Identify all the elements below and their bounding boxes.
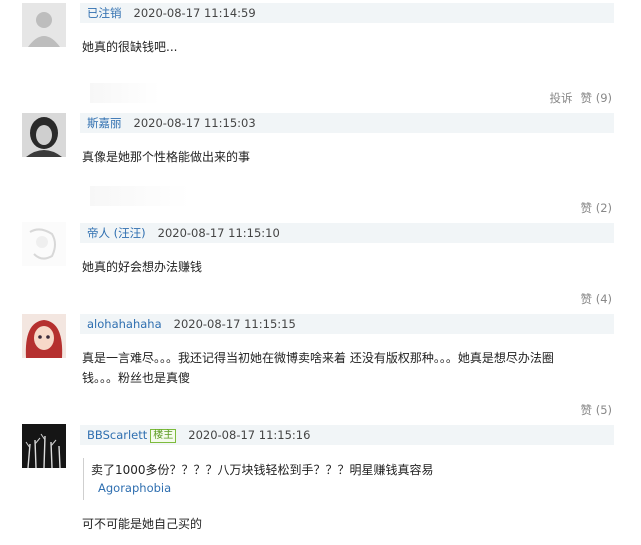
comment-meta: 斯嘉丽 2020-08-17 11:15:03: [80, 113, 614, 133]
user-forest-icon: [22, 424, 66, 468]
blurred-area: [90, 186, 190, 206]
comment-text: 真像是她那个性格能做出来的事: [82, 150, 251, 164]
user-photo-icon: [22, 113, 66, 157]
user-anime-icon: [22, 314, 66, 358]
timestamp: 2020-08-17 11:15:16: [188, 428, 311, 442]
op-badge: 楼主: [150, 429, 177, 443]
quote-text: 卖了1000多份？？？？八万块钱轻松到手？？？明星赚钱真容易: [91, 463, 434, 477]
user-drawing-icon: [22, 222, 66, 266]
avatar[interactable]: [22, 314, 66, 358]
comment-actions: 赞 (5): [573, 402, 612, 418]
comment-text: 她真的好会想办法赚钱: [82, 260, 203, 274]
quoted-reply: 卖了1000多份？？？？八万块钱轻松到手？？？明星赚钱真容易 Agoraphob…: [83, 458, 589, 500]
like-button[interactable]: 赞 (2): [581, 201, 612, 215]
timestamp: 2020-08-17 11:15:10: [157, 226, 280, 240]
comment-actions: 赞 (4): [573, 291, 612, 307]
avatar[interactable]: [22, 222, 66, 266]
comment-text: 真是一言难尽。。。我还记得当初她在微博卖啥来着 还没有版权那种。。。她真是想尽办…: [82, 348, 602, 388]
report-button[interactable]: 投诉: [550, 91, 573, 105]
comment-actions: 赞 (2): [573, 200, 612, 216]
user-nickname: (汪汪): [113, 226, 146, 240]
username-link[interactable]: 已注销: [87, 6, 122, 20]
comment-text: 可不可能是她自己买的: [82, 517, 203, 531]
comment-meta: 已注销 2020-08-17 11:14:59: [80, 3, 614, 23]
like-button[interactable]: 赞 (9): [581, 91, 612, 105]
username-link[interactable]: BBScarlett: [87, 428, 147, 442]
username-link[interactable]: 帝人: [87, 226, 110, 240]
comment-text: 她真的很缺钱吧...: [82, 40, 178, 54]
avatar[interactable]: [22, 113, 66, 157]
username-link[interactable]: 斯嘉丽: [87, 116, 122, 130]
comment-text-line: 钱。。。粉丝也是真傻: [82, 371, 191, 385]
comment-actions: 投诉赞 (9): [542, 90, 612, 106]
comment-meta: BBScarlett 楼主 2020-08-17 11:15:16: [80, 425, 614, 445]
avatar[interactable]: [22, 424, 66, 468]
avatar[interactable]: [22, 3, 66, 47]
like-button[interactable]: 赞 (4): [581, 292, 612, 306]
comment-meta: 帝人 (汪汪) 2020-08-17 11:15:10: [80, 223, 614, 243]
timestamp: 2020-08-17 11:15:03: [133, 116, 256, 130]
blurred-area: [90, 83, 160, 103]
like-button[interactable]: 赞 (5): [581, 403, 612, 417]
comment-text-line: 真是一言难尽。。。我还记得当初她在微博卖啥来着 还没有版权那种。。。她真是想尽办…: [82, 351, 554, 365]
default-user-icon: [22, 3, 66, 47]
timestamp: 2020-08-17 11:14:59: [133, 6, 256, 20]
username-link[interactable]: alohahahaha: [87, 317, 162, 331]
quote-author-link[interactable]: Agoraphobia: [98, 481, 171, 495]
comment-meta: alohahahaha 2020-08-17 11:15:15: [80, 314, 614, 334]
timestamp: 2020-08-17 11:15:15: [173, 317, 296, 331]
